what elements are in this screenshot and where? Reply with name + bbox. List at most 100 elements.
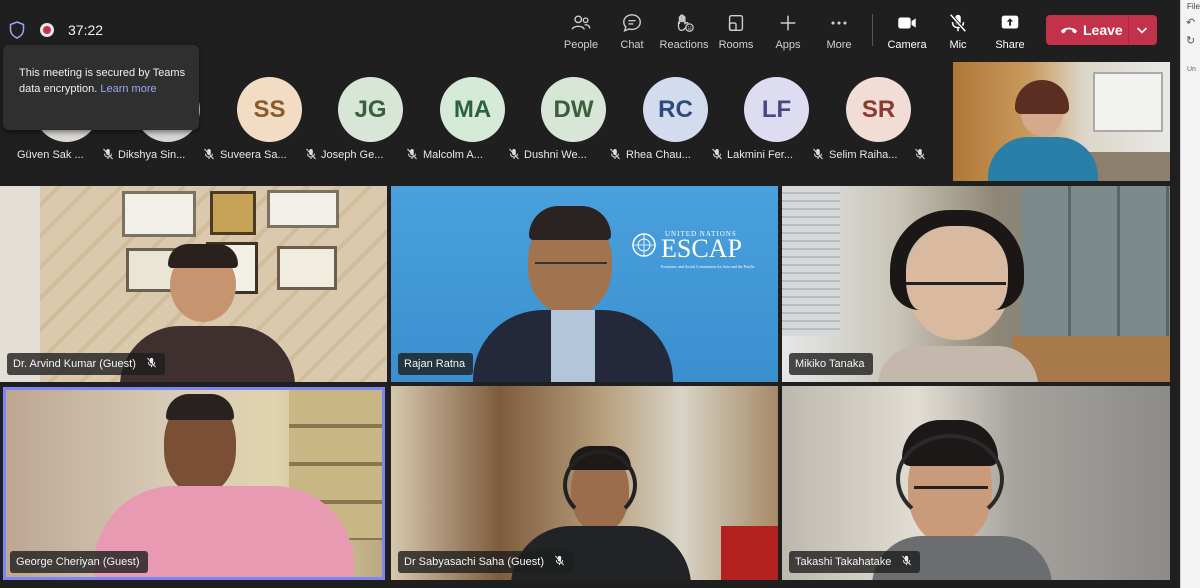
glasses-shape (914, 486, 988, 500)
hair-shape (166, 394, 234, 420)
participant-name-tag: Rajan Ratna (398, 353, 474, 375)
mic-muted-icon (407, 148, 417, 160)
security-tooltip: This meeting is secured by Teams data en… (3, 45, 199, 130)
certificate-frame (267, 190, 339, 228)
glasses-shape (535, 262, 607, 272)
teams-meeting-window: 37:22 People Chat Reactions Rooms Apps M… (0, 0, 1180, 588)
more-label: More (826, 39, 852, 51)
escap-logo: UNITED NATIONS ESCAP Economic and Social… (631, 230, 755, 274)
mic-muted-icon (146, 357, 156, 368)
learn-more-link[interactable]: Learn more (100, 83, 156, 95)
mic-muted-icon (949, 13, 967, 33)
participant-name-tag: George Cheriyan (Guest) (10, 551, 148, 573)
attendee-avatar[interactable]: DW Dushni We... (524, 77, 624, 167)
shield-icon[interactable] (9, 21, 25, 39)
participant-name: Dr Sabyasachi Saha (Guest) (404, 556, 545, 568)
camera-icon (898, 17, 916, 29)
toolbar-divider (872, 14, 873, 46)
video-tile[interactable]: Mikiko Tanaka (782, 186, 1170, 382)
reactions-label: Reactions (659, 39, 709, 51)
attendee-name: Rhea Chau... (626, 149, 691, 161)
recording-indicator-icon (40, 23, 54, 37)
mic-label: Mic (949, 39, 967, 51)
video-tile[interactable]: Takashi Takahatake (782, 386, 1170, 580)
camera-label: Camera (887, 39, 927, 51)
share-label: Share (995, 39, 1025, 51)
avatar: MA (440, 77, 505, 142)
participant-name-tag: Dr. Arvind Kumar (Guest) (7, 353, 165, 375)
share-button[interactable]: Share (982, 10, 1038, 54)
headset-shape (563, 450, 637, 520)
share-screen-icon (1001, 15, 1019, 29)
avatar: LF (744, 77, 809, 142)
attendee-avatar[interactable]: SS Suveera Sa... (220, 77, 320, 167)
reactions-button[interactable]: Reactions (656, 10, 712, 54)
avatar: DW (541, 77, 606, 142)
rooms-icon (728, 14, 744, 32)
chat-icon (623, 14, 641, 33)
attendee-name: Suveera Sa... (220, 149, 287, 161)
people-button[interactable]: People (553, 10, 609, 54)
avatar: JG (338, 77, 403, 142)
participant-name: George Cheriyan (Guest) (16, 556, 140, 568)
chair-shape (721, 526, 778, 580)
attendee-name: Dikshya Sin... (118, 149, 186, 161)
people-icon (571, 15, 591, 30)
adjacent-window-text: File (1187, 2, 1200, 11)
mic-muted-icon (915, 148, 925, 160)
video-tile[interactable]: Dr. Arvind Kumar (Guest) (0, 186, 387, 382)
more-button[interactable]: More (811, 10, 867, 54)
chat-button[interactable]: Chat (604, 10, 660, 54)
camera-button[interactable]: Camera (879, 10, 935, 54)
mic-muted-icon (902, 555, 912, 566)
attendee-name: Güven Sak ... (17, 149, 84, 161)
participant-name: Mikiko Tanaka (795, 358, 865, 370)
adjacent-window-text: Un (1187, 66, 1196, 73)
redo-icon[interactable]: ↻ (1186, 34, 1195, 47)
headset-shape (896, 434, 1004, 524)
participant-name-tag: Takashi Takahatake (789, 551, 921, 573)
escap-sub-text: Economic and Social Commission for Asia … (661, 264, 755, 269)
apps-button[interactable]: Apps (760, 10, 816, 54)
hair-shape (529, 206, 611, 240)
participant-name: Takashi Takahatake (795, 556, 892, 568)
mic-muted-icon (306, 148, 316, 160)
chevron-down-icon[interactable] (1135, 23, 1149, 37)
avatar: SR (846, 77, 911, 142)
attendee-avatar[interactable]: JG Joseph Ge... (321, 77, 421, 167)
more-icon (831, 21, 847, 25)
certificate-frame (277, 246, 337, 290)
chat-label: Chat (620, 39, 644, 51)
leave-button[interactable]: Leave (1046, 15, 1157, 45)
attendee-avatar[interactable]: MA Malcolm A... (423, 77, 523, 167)
leave-separator (1128, 15, 1129, 45)
attendee-avatar[interactable]: LF Lakmini Fer... (727, 77, 827, 167)
rooms-button[interactable]: Rooms (708, 10, 764, 54)
people-label: People (563, 39, 599, 51)
undo-icon[interactable]: ↶ (1186, 16, 1195, 29)
attendee-name: Malcolm A... (423, 149, 483, 161)
video-tile-active-speaker[interactable]: George Cheriyan (Guest) (3, 387, 385, 580)
mic-muted-icon (204, 148, 214, 160)
window-shape (1093, 72, 1163, 132)
video-tile[interactable]: UNITED NATIONS ESCAP Economic and Social… (391, 186, 778, 382)
hang-up-icon (1061, 27, 1077, 34)
mic-muted-icon (712, 148, 722, 160)
mic-muted-icon (813, 148, 823, 160)
mic-button[interactable]: Mic (930, 10, 986, 54)
hair-shape (168, 244, 238, 268)
participant-name: Rajan Ratna (404, 358, 466, 370)
mic-muted-icon (103, 148, 113, 160)
certificate-frame (122, 191, 196, 237)
self-video-preview[interactable] (953, 62, 1170, 181)
video-tile[interactable]: Dr Sabyasachi Saha (Guest) (391, 386, 778, 580)
participant-name: Dr. Arvind Kumar (Guest) (13, 358, 136, 370)
adjacent-window-edge: File ↶ ↻ Un (1180, 0, 1200, 588)
attendee-avatar[interactable]: SR Selim Raiha... (829, 77, 929, 167)
avatar: SS (237, 77, 302, 142)
attendee-name: Dushni We... (524, 149, 587, 161)
leave-label: Leave (1083, 22, 1123, 38)
meeting-timer: 37:22 (68, 22, 104, 38)
avatar: RC (643, 77, 708, 142)
attendee-avatar[interactable]: RC Rhea Chau... (626, 77, 726, 167)
